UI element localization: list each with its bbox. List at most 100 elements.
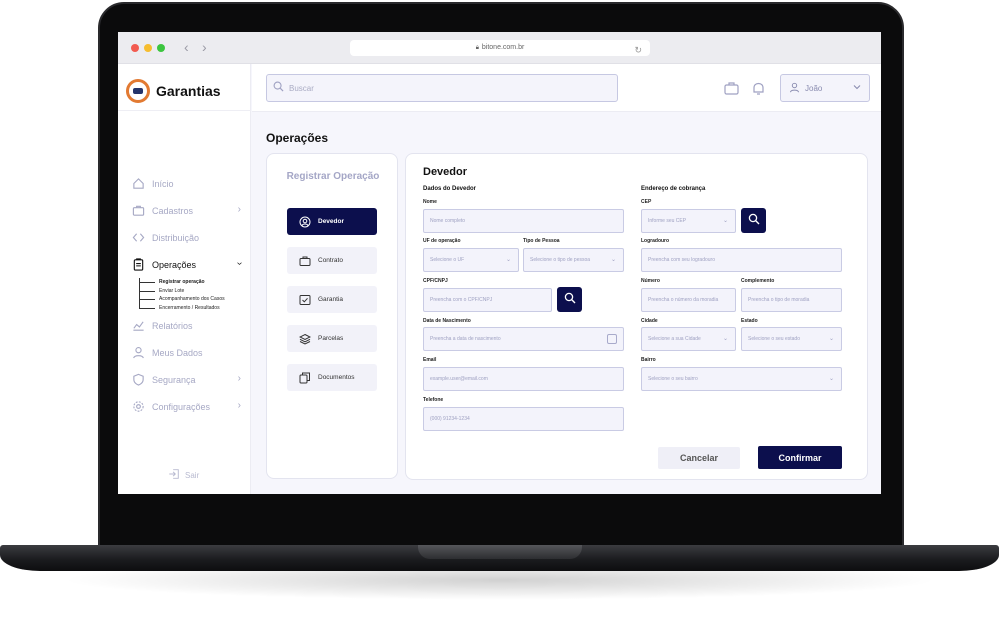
uf-select-value: Selecione o UF	[430, 257, 465, 263]
chevron-right-icon: ›	[237, 373, 241, 384]
confirm-button[interactable]: Confirmar	[758, 446, 842, 469]
briefcase-icon	[299, 255, 311, 267]
chevron-right-icon: ›	[237, 204, 241, 215]
back-arrow-icon[interactable]: ‹	[184, 39, 189, 55]
briefcase-icon[interactable]	[722, 79, 740, 97]
sidebar-item-label: Relatórios	[152, 320, 193, 331]
nome-input[interactable]: Nome completo	[423, 209, 624, 233]
cep-placeholder: Informe seu CEP	[648, 218, 687, 224]
sidebar-item-configuracoes[interactable]: Configurações ›	[131, 393, 241, 420]
sidebar-item-cadastros[interactable]: Cadastros ›	[131, 197, 241, 224]
step-label: Devedor	[318, 218, 345, 225]
chevron-down-icon: ⌄	[722, 336, 728, 342]
operacoes-submenu: Registrar operação Enviar Lote Acompanha…	[139, 278, 241, 312]
chevron-down-icon: ⌄	[722, 218, 728, 224]
label-cidade: Cidade	[641, 318, 658, 324]
sidebar-item-distribuicao[interactable]: Distribuição	[131, 224, 241, 251]
sidebar-item-label: Configurações	[152, 401, 211, 412]
chevron-down-icon: ⌄	[610, 257, 616, 263]
close-window-dot[interactable]	[131, 44, 139, 52]
clipboard-icon	[131, 258, 145, 272]
cep-select[interactable]: Informe seu CEP ⌄	[641, 209, 736, 233]
cancel-button[interactable]: Cancelar	[658, 447, 740, 469]
reload-icon[interactable]: ↻	[634, 42, 642, 58]
label-estado: Estado	[741, 318, 758, 324]
label-complemento: Complemento	[741, 278, 775, 284]
briefcase-icon	[131, 204, 145, 218]
check-box-icon	[299, 294, 311, 306]
user-menu[interactable]: João	[780, 74, 870, 102]
tipo-pessoa-value: Selecione o tipo de pessoa	[530, 257, 591, 263]
cpf-search-button[interactable]	[557, 287, 582, 312]
logout-button[interactable]: Sair	[168, 468, 199, 482]
sidebar-item-label: Operações	[152, 259, 197, 270]
email-input[interactable]: example.user@email.com	[423, 367, 624, 391]
label-email: Email	[423, 357, 437, 363]
sidebar-item-label: Segurança	[152, 374, 196, 385]
sidebar-item-seguranca[interactable]: Segurança ›	[131, 366, 241, 393]
code-icon	[131, 231, 145, 245]
brand[interactable]: Garantias	[126, 76, 221, 106]
step-parcelas[interactable]: Parcelas	[287, 325, 377, 352]
complemento-input[interactable]: Preencha o tipo de moradia	[741, 288, 842, 312]
search-box[interactable]	[266, 74, 618, 102]
sidebar-item-meus-dados[interactable]: Meus Dados	[131, 339, 241, 366]
label-numero: Número	[641, 278, 660, 284]
submenu-item-encerramento[interactable]: Encerramento / Resultados	[139, 304, 241, 313]
label-nascimento: Data de Nascimento	[423, 318, 471, 324]
numero-input[interactable]: Preencha o número da moradia	[641, 288, 736, 312]
search-icon	[273, 79, 284, 97]
sidebar-item-inicio[interactable]: Início	[131, 170, 241, 197]
maximize-window-dot[interactable]	[157, 44, 165, 52]
sidebar-item-label: Cadastros	[152, 205, 194, 216]
layers-icon	[299, 333, 311, 345]
step-devedor[interactable]: Devedor	[287, 208, 377, 235]
form-card: Devedor Dados do Devedor Endereço de cob…	[405, 153, 868, 480]
user-icon	[789, 82, 800, 95]
submenu-item-acompanhamento[interactable]: Acompanhamento dos Casos	[139, 295, 241, 304]
documents-icon	[299, 372, 311, 384]
cpf-input[interactable]: Preencha com o CPF/CNPJ	[423, 288, 552, 312]
steps-card: Registrar Operação Devedor Contrato Gara…	[266, 153, 398, 479]
forward-arrow-icon[interactable]: ›	[202, 39, 207, 55]
chevron-down-icon: ⌄	[505, 257, 511, 263]
bairro-select[interactable]: Selecione o seu bairro ⌄	[641, 367, 842, 391]
step-label: Documentos	[318, 374, 355, 381]
steps-title: Registrar Operação	[286, 171, 380, 182]
nascimento-input[interactable]: Preencha a data de nascimento	[423, 327, 624, 351]
logradouro-input[interactable]: Preencha com seu logradouro	[641, 248, 842, 272]
sidebar-item-label: Distribuição	[152, 232, 200, 243]
step-documentos[interactable]: Documentos	[287, 364, 377, 391]
step-contrato[interactable]: Contrato	[287, 247, 377, 274]
nascimento-placeholder: Preencha a data de nascimento	[430, 336, 501, 342]
sidebar-item-operacoes[interactable]: Operações ›	[131, 251, 245, 278]
search-input[interactable]	[289, 83, 599, 93]
estado-select[interactable]: Selecione o seu estado ⌄	[741, 327, 842, 351]
tipo-pessoa-select[interactable]: Selecione o tipo de pessoa ⌄	[523, 248, 624, 272]
logout-label: Sair	[185, 470, 200, 480]
screen: ‹ › 🔒︎bitone.com.br ↻ Garantias Início	[118, 32, 881, 494]
cep-search-button[interactable]	[741, 208, 766, 233]
bell-icon[interactable]	[749, 79, 767, 97]
cidade-select[interactable]: Selecione a sua Cidade ⌄	[641, 327, 736, 351]
chevron-right-icon: ›	[237, 400, 241, 411]
sidebar-item-relatorios[interactable]: Relatórios	[131, 312, 241, 339]
step-garantia[interactable]: Garantia	[287, 286, 377, 313]
address-bar[interactable]: 🔒︎ bitone.com.br ↻	[350, 40, 650, 56]
calendar-icon[interactable]	[607, 334, 617, 344]
submenu-item-enviar-lote[interactable]: Enviar Lote	[139, 287, 241, 296]
browser-bar: ‹ › 🔒︎ bitone.com.br ↻	[118, 32, 881, 64]
label-telefone: Telefone	[423, 397, 444, 403]
form-title: Devedor	[423, 166, 468, 178]
submenu-item-registrar[interactable]: Registrar operação	[139, 278, 241, 287]
telefone-input[interactable]: (000) 91234-1234	[423, 407, 624, 431]
minimize-window-dot[interactable]	[144, 44, 152, 52]
car-logo-icon	[126, 79, 150, 103]
brand-name: Garantias	[156, 83, 221, 99]
page-title: Operações	[266, 131, 329, 145]
user-icon	[131, 346, 145, 360]
sidebar-nav: Início Cadastros › Distribuição Operaçõe…	[131, 170, 245, 420]
uf-select[interactable]: Selecione o UF ⌄	[423, 248, 519, 272]
sidebar: Garantias Início Cadastros › Distribuiçã…	[118, 64, 251, 494]
chart-icon	[131, 319, 145, 333]
